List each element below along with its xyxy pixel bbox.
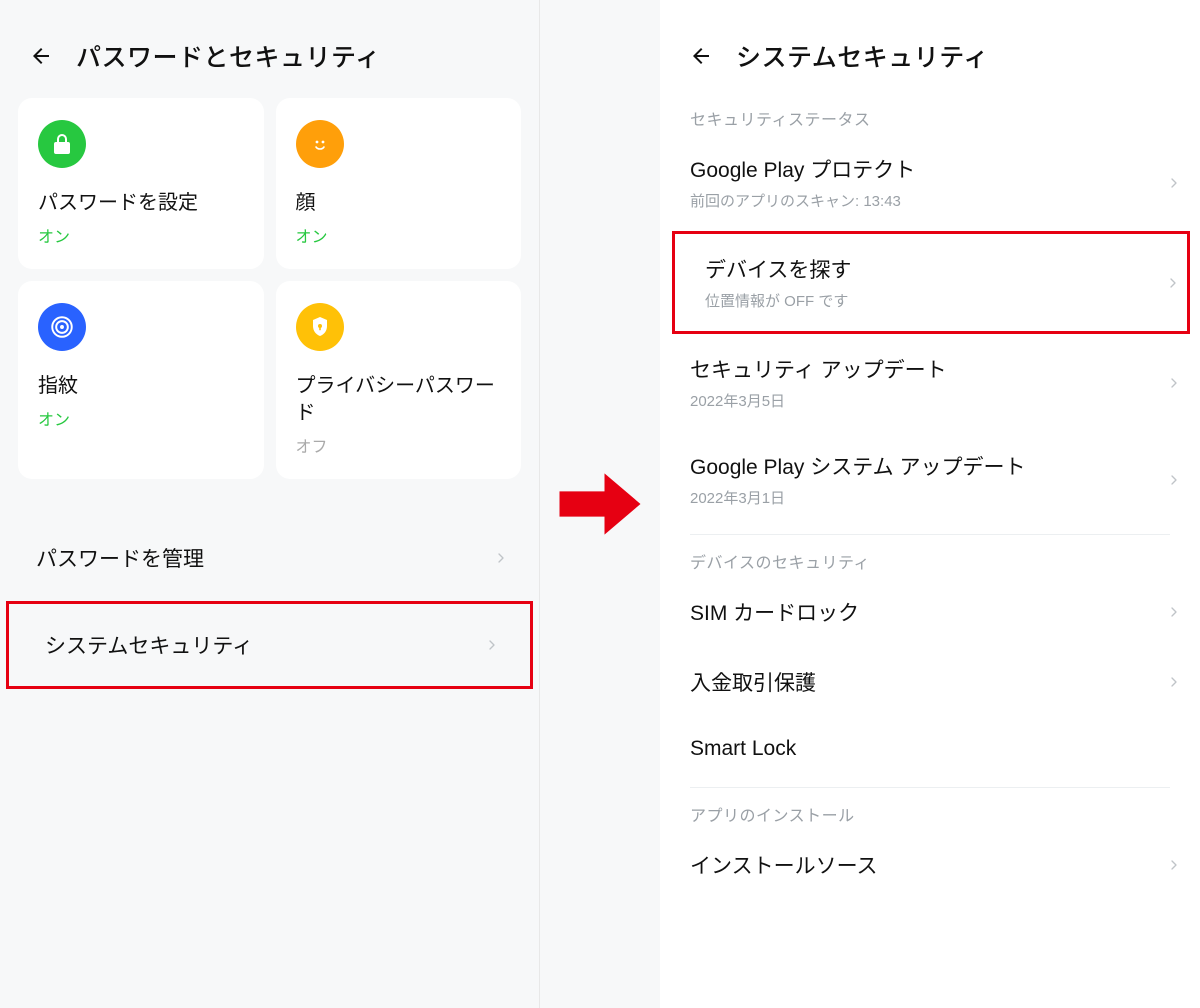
fingerprint-icon [38,303,86,351]
row-subtitle: 2022年3月1日 [690,487,1025,508]
left-header: パスワードとセキュリティ [0,0,539,98]
right-content: セキュリティステータス Google Play プロテクト 前回のアプリのスキャ… [660,98,1200,900]
row-title: インストールソース [690,850,878,880]
card-privacy-password[interactable]: プライバシーパスワード オフ [276,281,522,479]
lock-icon [38,120,86,168]
right-header: システムセキュリティ [660,0,1200,98]
back-arrow-icon[interactable] [28,43,54,69]
row-system-security[interactable]: システムセキュリティ [6,601,533,689]
chevron-right-icon [493,550,509,566]
row-title: デバイスを探す [705,254,851,284]
chevron-right-icon [1166,604,1182,620]
card-status: オン [38,406,244,430]
card-title: 指紋 [38,373,244,400]
row-play-protect[interactable]: Google Play プロテクト 前回のアプリのスキャン: 13:43 [660,134,1200,231]
chevron-right-icon [1166,674,1182,690]
row-subtitle: 2022年3月5日 [690,390,947,411]
row-security-update[interactable]: セキュリティ アップデート 2022年3月5日 [660,334,1200,431]
row-label: システムセキュリティ [45,630,253,660]
right-title: システムセキュリティ [736,38,989,74]
chevron-right-icon [1166,375,1182,391]
card-title: 顔 [296,190,502,217]
transition-arrow [540,0,660,1008]
chevron-right-icon [1166,857,1182,873]
left-list: パスワードを管理 システムセキュリティ [0,505,539,691]
card-fingerprint[interactable]: 指紋 オン [18,281,264,479]
row-subtitle: 前回のアプリのスキャン: 13:43 [690,190,915,211]
row-play-system-update[interactable]: Google Play システム アップデート 2022年3月1日 [660,431,1200,528]
card-password[interactable]: パスワードを設定 オン [18,98,264,269]
section-label: デバイスのセキュリティ [660,541,1200,577]
divider [690,787,1170,788]
row-sim-lock[interactable]: SIM カードロック [660,577,1200,647]
row-title: Smart Lock [690,737,796,761]
card-face[interactable]: 顔 オン [276,98,522,269]
back-arrow-icon[interactable] [688,43,714,69]
shield-icon [296,303,344,351]
card-status: オン [38,223,244,247]
chevron-right-icon [484,637,500,653]
chevron-right-icon [1166,472,1182,488]
left-screen: パスワードとセキュリティ パスワードを設定 オン 顔 オン 指紋 オン [0,0,540,1008]
row-install-source[interactable]: インストールソース [660,830,1200,900]
chevron-right-icon [1166,175,1182,191]
divider [690,534,1170,535]
card-status: オン [296,223,502,247]
card-status: オフ [296,433,502,457]
arrow-right-icon [555,464,645,544]
row-title: Google Play システム アップデート [690,451,1025,481]
chevron-right-icon [1165,275,1181,291]
row-find-device[interactable]: デバイスを探す 位置情報が OFF です [672,231,1190,334]
card-title: プライバシーパスワード [296,373,502,427]
cards-grid: パスワードを設定 オン 顔 オン 指紋 オン プライバシーパスワード オフ [0,98,539,505]
section-label: アプリのインストール [660,794,1200,830]
face-icon [296,120,344,168]
row-payment-protect[interactable]: 入金取引保護 [660,647,1200,717]
row-smart-lock[interactable]: Smart Lock [660,717,1200,781]
row-label: パスワードを管理 [36,543,204,573]
right-screen: システムセキュリティ セキュリティステータス Google Play プロテクト… [660,0,1200,1008]
row-title: Google Play プロテクト [690,154,915,184]
row-title: SIM カードロック [690,597,859,627]
row-title: セキュリティ アップデート [690,354,947,384]
left-title: パスワードとセキュリティ [76,38,381,74]
section-label: セキュリティステータス [660,98,1200,134]
row-password-manage[interactable]: パスワードを管理 [0,517,539,599]
row-subtitle: 位置情報が OFF です [705,290,851,311]
row-title: 入金取引保護 [690,667,816,697]
card-title: パスワードを設定 [38,190,244,217]
